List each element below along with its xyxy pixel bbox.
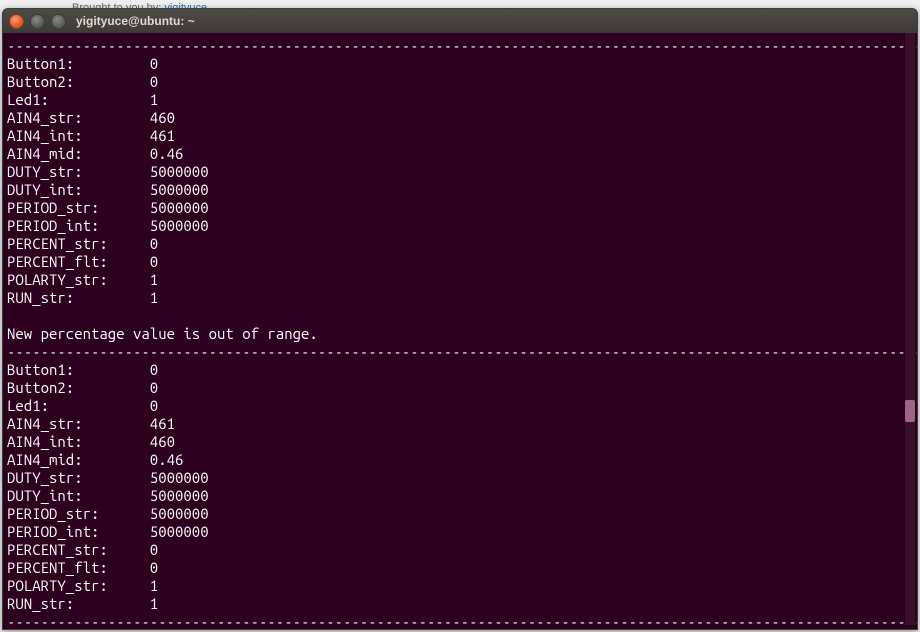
output-label: Led1: bbox=[7, 91, 150, 109]
output-label: AIN4_str: bbox=[7, 415, 150, 433]
output-row: PERIOD_int:5000000 bbox=[7, 217, 911, 235]
output-label: Button2: bbox=[7, 379, 150, 397]
output-label: AIN4_mid: bbox=[7, 145, 150, 163]
output-row: Led1:0 bbox=[7, 397, 911, 415]
output-label: PERIOD_int: bbox=[7, 523, 150, 541]
output-row: Button2:0 bbox=[7, 379, 911, 397]
output-label: PERCENT_flt: bbox=[7, 253, 150, 271]
output-row: AIN4_str:460 bbox=[7, 109, 911, 127]
output-label: Button1: bbox=[7, 361, 150, 379]
output-label: POLARTY_str: bbox=[7, 271, 150, 289]
output-value: 5000000 bbox=[150, 505, 209, 523]
output-row: PERCENT_flt:0 bbox=[7, 559, 911, 577]
output-value: 0 bbox=[150, 541, 158, 559]
output-row: PERCENT_flt:0 bbox=[7, 253, 911, 271]
output-label: AIN4_int: bbox=[7, 127, 150, 145]
output-value: 5000000 bbox=[150, 469, 209, 487]
output-row: PERIOD_int:5000000 bbox=[7, 523, 911, 541]
output-label: PERIOD_str: bbox=[7, 505, 150, 523]
output-value: 0 bbox=[150, 55, 158, 73]
output-value: 1 bbox=[150, 271, 158, 289]
output-row: Button1:0 bbox=[7, 55, 911, 73]
output-label: DUTY_int: bbox=[7, 181, 150, 199]
output-row: DUTY_int:5000000 bbox=[7, 181, 911, 199]
output-value: 460 bbox=[150, 109, 175, 127]
scrollbar-thumb[interactable] bbox=[905, 400, 915, 422]
output-label: PERCENT_flt: bbox=[7, 559, 150, 577]
output-label: POLARTY_str: bbox=[7, 577, 150, 595]
close-icon[interactable] bbox=[9, 14, 24, 29]
output-value: 461 bbox=[150, 127, 175, 145]
output-value: 1 bbox=[150, 577, 158, 595]
output-value: 0 bbox=[150, 235, 158, 253]
output-label: PERCENT_str: bbox=[7, 235, 150, 253]
scrollbar-track[interactable] bbox=[905, 33, 915, 625]
output-value: 1 bbox=[150, 595, 158, 613]
output-value: 0 bbox=[150, 253, 158, 271]
divider-line: ----------------------------------------… bbox=[7, 37, 911, 55]
output-label: DUTY_str: bbox=[7, 469, 150, 487]
output-row: PERIOD_str:5000000 bbox=[7, 505, 911, 523]
output-label: AIN4_mid: bbox=[7, 451, 150, 469]
blank-line bbox=[7, 307, 911, 325]
divider-line: ----------------------------------------… bbox=[7, 343, 911, 361]
output-label: RUN_str: bbox=[7, 595, 150, 613]
output-label: PERCENT_str: bbox=[7, 541, 150, 559]
output-value: 5000000 bbox=[150, 487, 209, 505]
output-label: RUN_str: bbox=[7, 289, 150, 307]
output-label: AIN4_int: bbox=[7, 433, 150, 451]
terminal-output[interactable]: ----------------------------------------… bbox=[3, 33, 917, 629]
output-row: PERCENT_str:0 bbox=[7, 235, 911, 253]
output-label: Led1: bbox=[7, 397, 150, 415]
output-label: DUTY_int: bbox=[7, 487, 150, 505]
minimize-icon[interactable] bbox=[30, 14, 45, 29]
output-row: AIN4_str:461 bbox=[7, 415, 911, 433]
window-titlebar[interactable]: yigityuce@ubuntu: ~ bbox=[3, 9, 917, 33]
output-row: POLARTY_str:1 bbox=[7, 577, 911, 595]
output-row: PERCENT_str:0 bbox=[7, 541, 911, 559]
output-value: 5000000 bbox=[150, 181, 209, 199]
output-value: 0 bbox=[150, 397, 158, 415]
output-value: 0 bbox=[150, 73, 158, 91]
output-row: Led1:1 bbox=[7, 91, 911, 109]
output-row: AIN4_mid:0.46 bbox=[7, 451, 911, 469]
output-value: 461 bbox=[150, 415, 175, 433]
output-row: PERIOD_str:5000000 bbox=[7, 199, 911, 217]
output-value: 5000000 bbox=[150, 199, 209, 217]
output-row: AIN4_mid:0.46 bbox=[7, 145, 911, 163]
output-row: DUTY_str:5000000 bbox=[7, 163, 911, 181]
output-label: Button2: bbox=[7, 73, 150, 91]
output-value: 5000000 bbox=[150, 523, 209, 541]
output-value: 460 bbox=[150, 433, 175, 451]
output-value: 1 bbox=[150, 91, 158, 109]
window-title: yigityuce@ubuntu: ~ bbox=[76, 14, 195, 28]
output-row: POLARTY_str:1 bbox=[7, 271, 911, 289]
divider-line: ----------------------------------------… bbox=[7, 613, 911, 629]
output-label: PERIOD_str: bbox=[7, 199, 150, 217]
maximize-icon[interactable] bbox=[51, 14, 66, 29]
output-value: 0.46 bbox=[150, 145, 184, 163]
output-label: AIN4_str: bbox=[7, 109, 150, 127]
output-label: PERIOD_int: bbox=[7, 217, 150, 235]
output-row: AIN4_int:460 bbox=[7, 433, 911, 451]
error-message: New percentage value is out of range. bbox=[7, 325, 911, 343]
output-value: 5000000 bbox=[150, 217, 209, 235]
output-row: DUTY_str:5000000 bbox=[7, 469, 911, 487]
output-value: 1 bbox=[150, 289, 158, 307]
output-row: RUN_str:1 bbox=[7, 595, 911, 613]
output-row: AIN4_int:461 bbox=[7, 127, 911, 145]
output-value: 0 bbox=[150, 361, 158, 379]
output-row: Button2:0 bbox=[7, 73, 911, 91]
output-value: 0.46 bbox=[150, 451, 184, 469]
output-row: RUN_str:1 bbox=[7, 289, 911, 307]
output-label: DUTY_str: bbox=[7, 163, 150, 181]
output-row: DUTY_int:5000000 bbox=[7, 487, 911, 505]
output-label: Button1: bbox=[7, 55, 150, 73]
output-value: 5000000 bbox=[150, 163, 209, 181]
output-row: Button1:0 bbox=[7, 361, 911, 379]
output-value: 0 bbox=[150, 559, 158, 577]
output-value: 0 bbox=[150, 379, 158, 397]
terminal-window: yigityuce@ubuntu: ~ --------------------… bbox=[2, 8, 918, 630]
